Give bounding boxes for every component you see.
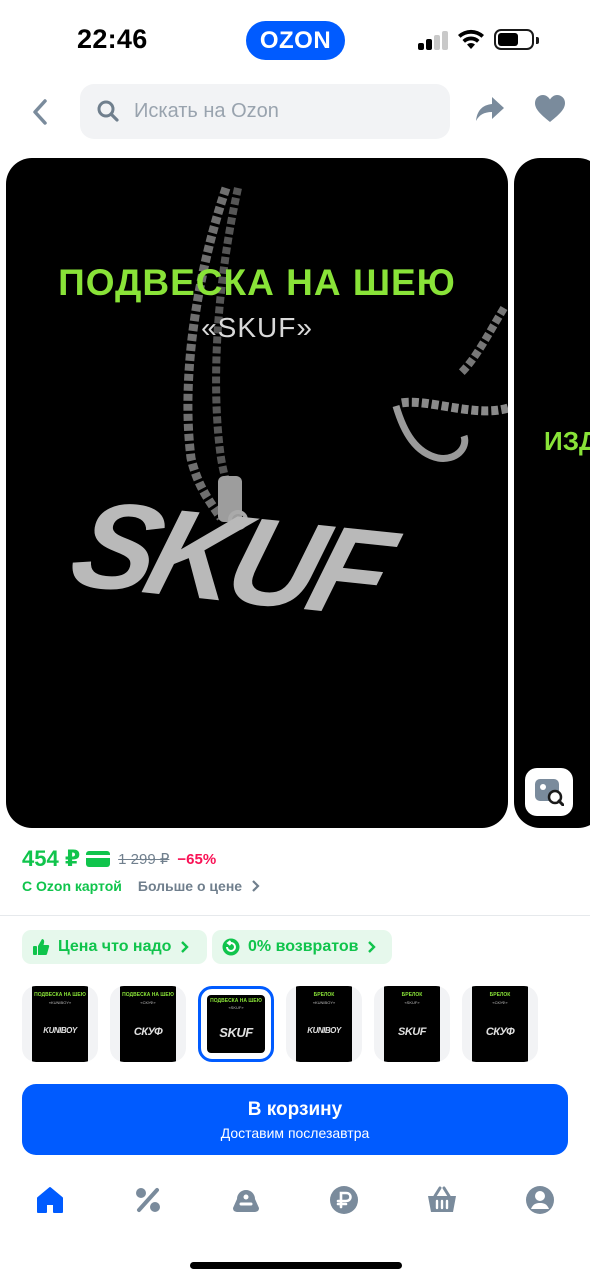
thumb-subcaption: «СКУФ» xyxy=(492,1000,508,1005)
return-icon xyxy=(222,938,240,956)
add-to-cart-button[interactable]: В корзину Доставим послезавтра xyxy=(22,1084,568,1155)
tab-home[interactable] xyxy=(33,1183,67,1217)
variant-thumbnail[interactable]: ПОДВЕСКА НА ШЕЮ «KUNIBOY» KUNIBOY xyxy=(22,986,98,1062)
variant-thumbnail-selected[interactable]: ПОДВЕСКА НА ШЕЮ «SKUF» SKUF xyxy=(198,986,274,1062)
tab-profile[interactable] xyxy=(523,1183,557,1217)
search-bar[interactable] xyxy=(80,84,450,139)
variant-thumbnail[interactable]: БРЕЛОК «СКУФ» СКУФ xyxy=(462,986,538,1062)
home-indicator xyxy=(190,1262,402,1269)
next-image-title: ИЗД xyxy=(544,426,590,456)
discount-badge: −65% xyxy=(177,850,217,868)
good-price-badge[interactable]: Цена что надо xyxy=(22,930,207,964)
share-icon xyxy=(476,97,504,121)
more-price-label: Больше о цене xyxy=(137,878,243,894)
thumb-subcaption: «SKUF» xyxy=(228,1005,244,1010)
old-price: 1 299 ₽ xyxy=(118,851,170,868)
returns-label: 0% возвратов xyxy=(248,938,359,955)
thumbs-up-icon xyxy=(33,939,50,955)
delivery-note: Доставим послезавтра xyxy=(220,1125,370,1141)
variant-thumbnail[interactable]: БРЕЛОК «KUNIBOY» KUNIBOY xyxy=(286,986,362,1062)
card-icon xyxy=(86,851,111,867)
chevron-right-icon xyxy=(181,941,190,953)
promo-title: ПОДВЕСКА НА ШЕЮ xyxy=(58,262,456,303)
variant-thumbnail[interactable]: БРЕЛОК «SKUF» SKUF xyxy=(374,986,450,1062)
thumb-word: KUNIBOY xyxy=(43,1026,77,1035)
back-button[interactable] xyxy=(22,92,58,132)
thumb-caption: ПОДВЕСКА НА ШЕЮ xyxy=(210,998,262,1004)
search-icon xyxy=(97,100,119,122)
cellular-signal-icon xyxy=(418,30,450,50)
ozon-logo: OZON xyxy=(246,21,345,60)
chevron-left-icon xyxy=(33,99,47,125)
status-bar: 22:46 OZON xyxy=(0,0,590,80)
search-input[interactable] xyxy=(134,84,434,139)
good-price-label: Цена что надо xyxy=(58,938,172,955)
chevron-right-icon xyxy=(252,880,260,892)
fresh-icon xyxy=(233,1190,259,1212)
wifi-icon xyxy=(458,29,484,49)
battery-icon xyxy=(494,29,539,50)
favorite-button[interactable] xyxy=(534,94,570,130)
image-search-icon xyxy=(535,779,564,806)
ozon-card-label: С Ozon картой xyxy=(22,878,122,894)
image-search-button[interactable] xyxy=(525,768,573,816)
tab-cart[interactable] xyxy=(425,1183,459,1217)
thumb-word: СКУФ xyxy=(485,1026,515,1038)
price-note: С Ozon картой Больше о цене xyxy=(22,878,260,894)
product-gallery-image[interactable]: SKUF ПОДВЕСКА НА ШЕЮ «SKUF» xyxy=(6,158,508,828)
percent-icon xyxy=(136,1188,160,1212)
more-price-link[interactable]: Больше о цене xyxy=(138,878,260,894)
chevron-right-icon xyxy=(368,941,377,953)
thumb-caption: БРЕЛОК xyxy=(489,992,511,998)
thumb-subcaption: «SKUF» xyxy=(404,1000,420,1005)
cart-icon xyxy=(428,1186,456,1212)
tab-promotions[interactable] xyxy=(131,1183,165,1217)
heart-icon xyxy=(535,95,565,122)
thumb-caption: БРЕЛОК xyxy=(313,992,335,998)
thumb-caption: ПОДВЕСКА НА ШЕЮ xyxy=(122,992,174,998)
thumb-subcaption: «СКУФ» xyxy=(140,1000,156,1005)
divider xyxy=(0,915,590,916)
home-icon xyxy=(37,1187,63,1213)
thumb-word: KUNIBOY xyxy=(307,1026,341,1035)
share-button[interactable] xyxy=(474,94,510,130)
profile-icon xyxy=(526,1186,554,1214)
thumb-word: СКУФ xyxy=(133,1026,163,1038)
thumb-subcaption: «KUNIBOY» xyxy=(48,1000,72,1005)
returns-badge[interactable]: 0% возвратов xyxy=(212,930,392,964)
ruble-icon xyxy=(330,1186,358,1214)
promo-subtitle: «SKUF» xyxy=(201,312,313,343)
add-to-cart-label: В корзину xyxy=(247,1099,343,1120)
tab-fresh[interactable] xyxy=(229,1183,263,1217)
thumb-caption: БРЕЛОК xyxy=(401,992,423,998)
next-gallery-image[interactable]: ИЗД xyxy=(514,158,590,828)
thumb-caption: ПОДВЕСКА НА ШЕЮ xyxy=(34,992,86,998)
current-price: 454 ₽ xyxy=(22,846,81,871)
thumb-word: SKUF xyxy=(219,1025,253,1040)
status-time: 22:46 xyxy=(77,24,148,54)
thumb-subcaption: «KUNIBOY» xyxy=(312,1000,336,1005)
variant-thumbnail[interactable]: ПОДВЕСКА НА ШЕЮ «СКУФ» СКУФ xyxy=(110,986,186,1062)
price-row: 454 ₽ 1 299 ₽ −65% xyxy=(22,844,216,874)
tab-finance[interactable] xyxy=(327,1183,361,1217)
thumb-word: SKUF xyxy=(398,1026,426,1038)
